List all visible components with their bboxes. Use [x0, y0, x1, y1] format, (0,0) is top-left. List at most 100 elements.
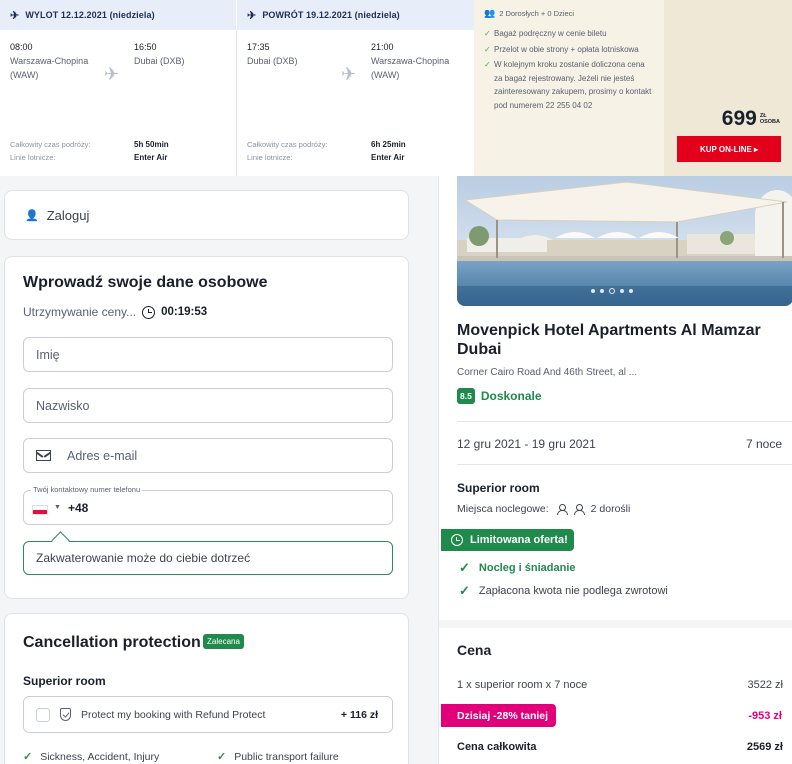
beds: Miejsca noclegowe: 2 dorośli	[457, 503, 630, 515]
refund-protect-label: Protect my booking with Refund Protect	[81, 708, 266, 721]
first-name-input[interactable]	[23, 337, 393, 372]
duration-label: Całkowity czas podróży:	[247, 140, 328, 149]
form-title: Wprowadź swoje dane osobowe	[23, 274, 268, 291]
carousel-dots[interactable]	[591, 288, 633, 294]
email-field[interactable]	[23, 438, 393, 473]
perk-text: Nocleg i śniadanie	[478, 562, 576, 574]
airline-label: Linie lotnicze:	[247, 153, 293, 162]
hotel-rating: 8.5 Doskonale	[457, 388, 542, 404]
duration-label: Całkowity czas podróży:	[10, 140, 91, 149]
price-unit: ZŁ OSOBA	[760, 113, 780, 125]
hotel-pool-image	[457, 176, 792, 306]
outbound-airline: Enter Air	[134, 153, 168, 162]
page: ✈ WYLOT 12.12.2021 (niedziela) 08:00 War…	[0, 0, 792, 764]
price-value: 699	[721, 107, 757, 130]
total-price: Cena całkowita 2569 zł	[457, 741, 783, 753]
check-icon: ✓	[23, 751, 33, 763]
refund-protect-checkbox[interactable]	[36, 707, 50, 722]
phone-field[interactable]: Twój kontaktowy numer telefonu ▼ +48	[23, 485, 393, 525]
shield-check-icon	[60, 708, 71, 721]
refund-protect-price: + 116 zł	[340, 708, 378, 721]
total-label: Cena całkowita	[457, 741, 537, 753]
carousel-dot-active[interactable]	[609, 288, 615, 294]
carousel-dot[interactable]	[629, 289, 633, 293]
hotel-name: Movenpick Hotel Apartments Al Mamzar Dub…	[457, 322, 761, 358]
cover-item: ✓ Public transport failure	[217, 750, 339, 764]
offer-feature: ✓ W kolejnym kroku zostanie doliczona cen…	[484, 58, 654, 112]
buy-online-button[interactable]: KUP ON-LINE ▸	[677, 136, 781, 162]
return-leg: ✈ POWRÓT 19.12.2021 (niedziela) 17:35 Du…	[237, 0, 474, 176]
price-line-label: 1 x superior room x 7 noce	[457, 679, 588, 691]
refund-protect-option[interactable]: Protect my booking with Refund Protect +…	[23, 696, 393, 733]
airline-label: Linie lotnicze:	[10, 153, 56, 162]
plane-icon: ✈	[104, 64, 120, 84]
price-line-value: 3522 zł	[747, 679, 783, 691]
price-hold: Utrzymywanie ceny... 00:19:53	[23, 305, 207, 319]
last-name-input[interactable]	[23, 388, 393, 423]
cancellation-protection-card: Cancellation protection Zalecana Superio…	[4, 613, 409, 764]
person-icon	[556, 504, 568, 515]
price-title: Cena	[457, 642, 492, 658]
perk-item: ✓ Nocleg i śniadanie	[459, 560, 576, 576]
hotel-address: Corner Cairo Road And 46th Street, al ..…	[457, 367, 638, 378]
chevron-down-icon[interactable]: ▼	[54, 504, 61, 511]
offer-price-panel: 699 ZŁ OSOBA KUP ON-LINE ▸	[664, 0, 792, 176]
hotel-summary: Movenpick Hotel Apartments Al Mamzar Dub…	[438, 176, 792, 764]
offer-feature: ✓ Bagaż podręczny w cenie biletu	[484, 27, 654, 41]
cancellation-room: Superior room	[23, 674, 106, 688]
cover-item-text: Sickness, Accident, Injury	[40, 750, 160, 763]
return-arr-time: 21:00	[371, 42, 394, 52]
carousel-dot[interactable]	[600, 289, 604, 293]
check-icon: ✓	[484, 29, 491, 38]
return-airline: Enter Air	[371, 153, 405, 162]
discount-value: -953 zł	[748, 710, 782, 722]
offer-feature: ✓ Przelot w obie strony + opłata lotnisko…	[484, 43, 654, 57]
accommodation-notice: Zakwaterowanie może do ciebie dotrzeć	[23, 541, 393, 575]
envelope-icon	[36, 450, 51, 461]
user-icon: 👤	[25, 209, 39, 222]
carousel-dot[interactable]	[591, 289, 595, 293]
stay-dates: 12 gru 2021 - 19 gru 2021	[457, 437, 596, 451]
limited-offer-badge: Limitowana oferta!	[441, 529, 574, 551]
hotel-photo[interactable]	[457, 176, 792, 306]
outbound-dep-time: 08:00	[10, 42, 33, 52]
carousel-dot[interactable]	[620, 289, 624, 293]
beds-value: 2 dorośli	[590, 503, 631, 515]
per-person: OSOBA	[759, 119, 780, 125]
divider	[457, 464, 792, 465]
passengers: 👥 2 Dorosłych + 0 Dzieci	[484, 8, 654, 19]
rating-score: 8.5	[457, 388, 475, 404]
outbound-header: ✈ WYLOT 12.12.2021 (niedziela)	[0, 0, 236, 30]
person-icon	[573, 504, 585, 515]
price-hold-timer: 00:19:53	[161, 306, 208, 318]
return-arr-place: Warszawa-Chopina (WAW)	[371, 56, 450, 80]
section-divider	[439, 620, 792, 628]
divider	[457, 421, 792, 422]
passengers-icon: 👥	[484, 8, 496, 18]
phone-label: Twój kontaktowy numer telefonu	[31, 485, 143, 494]
cover-item-text: Public transport failure	[234, 750, 339, 763]
check-icon: ✓	[484, 44, 491, 54]
return-header-text: POWRÓT 19.12.2021 (niedziela)	[262, 10, 400, 20]
clock-icon	[142, 305, 156, 319]
perk-text: Zapłacona kwota nie podlega zwrotowi	[478, 585, 668, 597]
return-header: ✈ POWRÓT 19.12.2021 (niedziela)	[237, 0, 474, 30]
cover-item: ✓ Sickness, Accident, Injury	[23, 750, 160, 764]
offer-feature-text: Przelot w obie strony + opłata lotniskow…	[494, 44, 639, 54]
outbound-dep-place: Warszawa-Chopina (WAW)	[10, 56, 89, 80]
outbound-header-text: WYLOT 12.12.2021 (niedziela)	[25, 10, 155, 20]
clock-icon	[451, 534, 463, 546]
price-line: 1 x superior room x 7 noce 3522 zł	[457, 679, 783, 691]
check-icon: ✓	[484, 60, 491, 69]
return-duration: 6h 25min	[371, 140, 406, 149]
check-icon: ✓	[217, 751, 227, 763]
login-label: Zaloguj	[46, 207, 90, 223]
poland-flag-icon[interactable]	[32, 505, 48, 515]
return-dep-place: Dubai (DXB)	[247, 56, 298, 66]
email-input[interactable]	[67, 448, 367, 463]
outbound-arr-time: 16:50	[134, 42, 157, 52]
check-icon: ✓	[459, 583, 470, 598]
plane-landing-icon: ✈	[247, 9, 257, 22]
return-dep-time: 17:35	[247, 42, 270, 52]
login-card[interactable]: 👤 Zaloguj	[4, 190, 409, 240]
